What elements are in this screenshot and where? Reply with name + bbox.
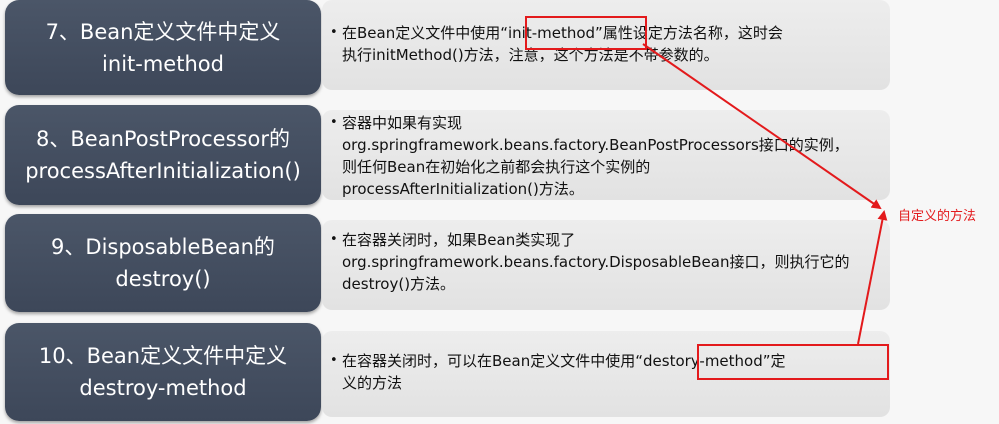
custom-method-annotation: 自定义的方法 [898,209,977,224]
annotation-arrows [642,43,888,345]
arrow-from-init-method [642,43,882,210]
arrow-from-destroy-method [857,210,888,345]
